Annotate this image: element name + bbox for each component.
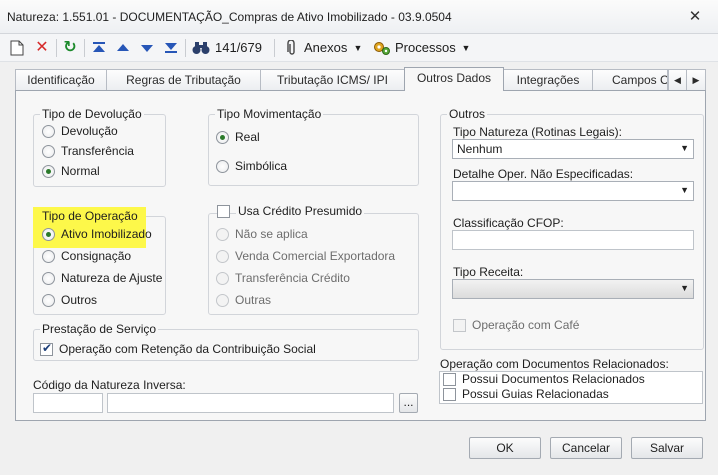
previous-record-icon[interactable] bbox=[112, 37, 134, 59]
processos-dropdown-icon[interactable]: ▼ bbox=[460, 37, 472, 59]
detalhe-oper-select[interactable]: ▼ bbox=[452, 181, 694, 201]
codigo-natureza-inversa-label: Código da Natureza Inversa: bbox=[33, 378, 186, 392]
tipo-natureza-select[interactable]: Nenhum ▼ bbox=[452, 139, 694, 159]
tipo-receita-select[interactable]: ▼ bbox=[452, 279, 694, 299]
chevron-down-icon: ▼ bbox=[680, 283, 689, 293]
codigo-natureza-inversa-input[interactable] bbox=[33, 393, 103, 413]
tab-campos-complementares[interactable]: Campos C bbox=[592, 69, 668, 90]
processos-menu-button[interactable]: Processos bbox=[395, 37, 456, 59]
toolbar-separator bbox=[274, 39, 275, 57]
classificacao-cfop-label: Classificação CFOP: bbox=[453, 216, 564, 230]
binoculars-icon[interactable] bbox=[190, 37, 212, 59]
paperclip-icon[interactable] bbox=[282, 37, 302, 59]
tipo-natureza-label: Tipo Natureza (Rotinas Legais): bbox=[453, 125, 622, 139]
lookup-button[interactable]: ... bbox=[399, 393, 418, 413]
cancel-button[interactable]: Cancelar bbox=[550, 437, 622, 459]
window-title: Natureza: 1.551.01 - DOCUMENTAÇÃO_Compra… bbox=[7, 10, 452, 24]
record-counter: 141/679 bbox=[215, 40, 262, 55]
group-title: Tipo Movimentação bbox=[215, 107, 324, 121]
docs-relacionados-label: Operação com Documentos Relacionados: bbox=[440, 357, 669, 371]
group-tipo-movimentacao bbox=[208, 114, 419, 186]
tab-tributacao-icms-ipi[interactable]: Tributação ICMS/ IPI bbox=[260, 69, 405, 90]
tab-integracoes[interactable]: Integrações bbox=[503, 69, 593, 90]
group-title: Prestação de Serviço bbox=[40, 322, 159, 336]
gears-icon[interactable] bbox=[372, 37, 392, 59]
classificacao-cfop-input[interactable] bbox=[452, 230, 694, 250]
tipo-receita-label: Tipo Receita: bbox=[453, 265, 524, 279]
group-title: Tipo de Operação bbox=[42, 209, 138, 223]
chevron-down-icon: ▼ bbox=[680, 143, 689, 153]
toolbar: ✕ ↻ 141/679 Anexos ▼ Processos ▼ bbox=[0, 34, 718, 62]
anexos-menu-button[interactable]: Anexos bbox=[304, 37, 347, 59]
chevron-down-icon: ▼ bbox=[680, 185, 689, 195]
tab-scroll-right-icon[interactable]: ▶ bbox=[686, 69, 706, 90]
next-record-icon[interactable] bbox=[136, 37, 158, 59]
tab-regras-tributacao[interactable]: Regras de Tributação bbox=[106, 69, 261, 90]
group-title: Tipo de Devolução bbox=[40, 107, 144, 121]
new-document-icon[interactable] bbox=[6, 37, 28, 59]
close-icon[interactable]: ✕ bbox=[684, 7, 706, 27]
group-title: Outros bbox=[447, 107, 488, 121]
toolbar-separator bbox=[56, 39, 57, 57]
tab-scroll-left-icon[interactable]: ◀ bbox=[668, 69, 687, 90]
tab-identificacao[interactable]: Identificação bbox=[15, 69, 107, 90]
last-record-icon[interactable] bbox=[160, 37, 182, 59]
title-bar: Natureza: 1.551.01 - DOCUMENTAÇÃO_Compra… bbox=[0, 0, 718, 34]
first-record-icon[interactable] bbox=[88, 37, 110, 59]
ok-button[interactable]: OK bbox=[469, 437, 541, 459]
toolbar-separator bbox=[84, 39, 85, 57]
tab-outros-dados[interactable]: Outros Dados bbox=[404, 67, 504, 91]
toolbar-separator bbox=[185, 39, 186, 57]
anexos-dropdown-icon[interactable]: ▼ bbox=[352, 37, 364, 59]
delete-icon[interactable]: ✕ bbox=[31, 37, 53, 59]
detalhe-oper-label: Detalhe Oper. Não Especificadas: bbox=[453, 167, 634, 181]
descricao-natureza-inversa-input[interactable] bbox=[107, 393, 394, 413]
refresh-icon[interactable]: ↻ bbox=[59, 37, 81, 59]
save-button[interactable]: Salvar bbox=[631, 437, 703, 459]
